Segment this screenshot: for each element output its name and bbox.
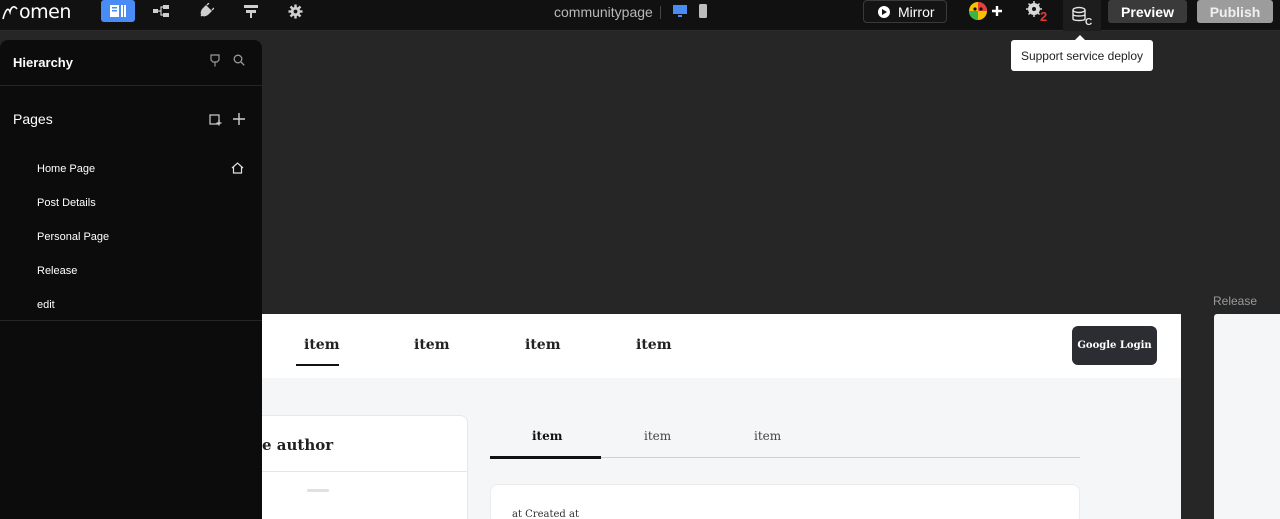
release-page-frame[interactable] (1214, 314, 1280, 519)
db-badge-letter: C (1085, 17, 1092, 26)
pages-section-header: Pages (0, 86, 262, 152)
page-item-home[interactable]: Home Page (0, 152, 262, 186)
plugin-button[interactable] (195, 0, 217, 22)
mobile-view-button[interactable] (695, 0, 711, 22)
author-card-title: e author (262, 436, 334, 454)
search-icon[interactable] (233, 54, 245, 66)
tree-button[interactable] (150, 0, 172, 22)
page-item-personal[interactable]: Personal Page (0, 220, 262, 254)
pages-panel-button[interactable] (101, 0, 135, 22)
page-item-post-details[interactable]: Post Details (0, 186, 262, 220)
site-navbar: item item item item Google Login (262, 314, 1181, 378)
tab-item[interactable]: item (644, 429, 671, 443)
tab-item[interactable]: item (754, 429, 781, 443)
add-folder-icon[interactable] (209, 113, 222, 126)
mirror-label: Mirror (898, 3, 935, 20)
bug-badge-icon: 2 (1026, 1, 1047, 22)
page-label: Post Details (37, 197, 96, 209)
author-avatar-placeholder (307, 489, 329, 492)
publish-button[interactable]: Publish (1197, 0, 1273, 23)
align-button[interactable] (240, 0, 262, 22)
hierarchy-panel: Hierarchy Pages Home Page Post Details P… (0, 40, 262, 519)
desktop-view-button[interactable] (670, 0, 690, 22)
app-logo[interactable]: omen (2, 0, 71, 24)
page-label: Release (37, 265, 78, 277)
author-card: e author (262, 415, 468, 519)
tab-item[interactable]: item (532, 429, 562, 443)
nav-item[interactable]: item (525, 337, 561, 353)
hierarchy-header: Hierarchy (0, 40, 262, 86)
logo-m-icon (2, 6, 18, 20)
page-item-release[interactable]: Release (0, 254, 262, 288)
preview-button[interactable]: Preview (1108, 0, 1187, 23)
panel-divider (0, 320, 262, 321)
post-meta: at Created at (512, 509, 579, 519)
title-separator (660, 6, 661, 19)
settings-button[interactable] (284, 0, 306, 22)
content-tabs: item item item (490, 416, 1080, 459)
ai-assistant-icon (969, 2, 1002, 20)
project-title: communitypage (554, 4, 653, 20)
author-card-divider (262, 471, 467, 472)
pin-icon[interactable] (209, 54, 221, 67)
google-login-button[interactable]: Google Login (1072, 326, 1157, 365)
hierarchy-title: Hierarchy (13, 55, 73, 70)
tab-active-indicator (490, 456, 601, 459)
tree-structure-icon (153, 5, 169, 17)
logo-text: omen (19, 1, 71, 23)
debug-badge-count: 2 (1040, 9, 1047, 22)
page-label: Personal Page (37, 231, 110, 243)
nav-item[interactable]: item (636, 337, 672, 353)
top-toolbar: omen communitypage Mirror 2 C Preview Pu… (0, 0, 1280, 31)
home-icon (231, 162, 244, 174)
add-page-icon[interactable] (233, 113, 245, 125)
page-label: Home Page (37, 163, 96, 175)
page-list: Home Page Post Details Personal Page Rel… (0, 152, 262, 322)
mirror-button[interactable]: Mirror (863, 0, 947, 23)
page-canvas[interactable]: item item item item Google Login e autho… (262, 314, 1181, 519)
debug-button[interactable]: 2 (1024, 0, 1050, 22)
database-icon: C (1072, 6, 1092, 26)
align-center-icon (244, 5, 258, 18)
nav-item[interactable]: item (414, 337, 450, 353)
page-label: edit (37, 299, 55, 311)
nav-active-indicator (296, 364, 339, 366)
play-icon (878, 5, 890, 18)
release-frame-label: Release (1213, 294, 1258, 308)
plug-icon (200, 3, 214, 17)
deploy-tooltip: Support service deploy (1011, 35, 1153, 71)
layout-icon (110, 5, 126, 17)
gear-icon (287, 3, 303, 19)
ai-assistant-button[interactable] (965, 0, 1007, 22)
service-deploy-button[interactable]: C (1063, 0, 1101, 31)
post-card[interactable]: at Created at (490, 484, 1080, 519)
pages-title: Pages (13, 111, 53, 127)
page-item-edit[interactable]: edit (0, 288, 262, 322)
nav-item[interactable]: item (304, 337, 340, 353)
desktop-icon (673, 5, 687, 17)
mobile-icon (699, 4, 707, 18)
